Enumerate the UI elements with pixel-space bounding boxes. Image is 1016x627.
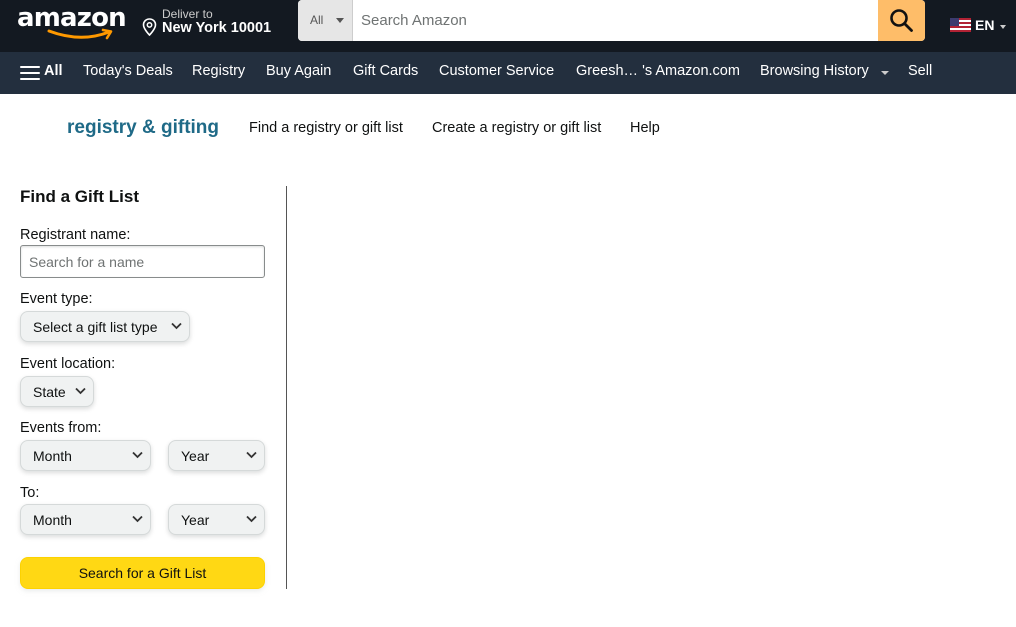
search-icon: [890, 9, 913, 32]
deliver-location-text: New York 10001: [162, 20, 272, 36]
event-location-dropdown[interactable]: State: [20, 376, 94, 407]
caret-down-icon: [336, 18, 344, 23]
form-title: Find a Gift List: [20, 187, 139, 206]
search-category-dropdown[interactable]: All: [298, 0, 353, 41]
find-registry-link[interactable]: Find a registry or gift list: [249, 120, 403, 136]
deliver-to-location[interactable]: Deliver to New York 10001: [142, 4, 292, 48]
deliver-to-label: Deliver to: [162, 7, 213, 21]
search-button[interactable]: [878, 0, 925, 41]
search-input[interactable]: [353, 0, 878, 41]
search-bar: All: [298, 0, 925, 41]
caret-down-icon: [881, 71, 889, 75]
nav-todays-deals[interactable]: Today's Deals: [83, 63, 173, 79]
nav-users-amazon[interactable]: Greesh… 's Amazon.com: [576, 63, 740, 79]
chevron-down-icon: [75, 387, 86, 395]
event-location-value: State: [33, 384, 66, 400]
chevron-down-icon: [246, 515, 257, 523]
caret-down-icon: [1000, 25, 1006, 29]
event-type-value: Select a gift list type: [33, 319, 158, 335]
nav-customer-service[interactable]: Customer Service: [439, 63, 554, 79]
to-year-value: Year: [181, 512, 210, 528]
to-year-dropdown[interactable]: Year: [168, 504, 265, 535]
to-month-dropdown[interactable]: Month: [20, 504, 151, 535]
nav-all-menu[interactable]: All: [44, 63, 63, 79]
event-location-label: Event location:: [20, 356, 116, 372]
smile-arrow-icon: [47, 28, 113, 40]
chevron-down-icon: [132, 451, 143, 459]
search-category-label: All: [310, 13, 324, 27]
registry-gifting-brand[interactable]: registry & gifting: [67, 117, 219, 139]
create-registry-link[interactable]: Create a registry or gift list: [432, 120, 601, 136]
registrant-name-label: Registrant name:: [20, 227, 131, 243]
from-year-value: Year: [181, 448, 210, 464]
chevron-down-icon: [132, 515, 143, 523]
events-from-label: Events from:: [20, 420, 102, 436]
hamburger-menu-icon[interactable]: [20, 66, 40, 80]
registrant-name-input[interactable]: [20, 245, 265, 278]
help-link[interactable]: Help: [630, 120, 660, 136]
to-label: To:: [20, 485, 40, 501]
secondary-navigation-bar: All Today's Deals Registry Buy Again Gif…: [0, 52, 1016, 94]
nav-buy-again[interactable]: Buy Again: [266, 63, 331, 79]
event-type-dropdown[interactable]: Select a gift list type: [20, 311, 190, 342]
chevron-down-icon: [171, 322, 182, 330]
nav-gift-cards[interactable]: Gift Cards: [353, 63, 418, 79]
nav-sell[interactable]: Sell: [908, 63, 932, 79]
nav-browsing-history[interactable]: Browsing History: [760, 63, 869, 79]
search-gift-list-button[interactable]: Search for a Gift List: [20, 557, 265, 589]
location-pin-icon: [142, 18, 157, 36]
to-month-value: Month: [33, 512, 72, 528]
amazon-logo[interactable]: amazon: [17, 0, 127, 52]
from-month-dropdown[interactable]: Month: [20, 440, 151, 471]
from-month-value: Month: [33, 448, 72, 464]
from-year-dropdown[interactable]: Year: [168, 440, 265, 471]
vertical-divider: [286, 186, 287, 589]
top-navigation-bar: amazon Deliver to New York 10001 All Sea…: [0, 0, 1016, 52]
us-flag-icon: [950, 18, 971, 32]
language-selector[interactable]: EN: [950, 16, 1010, 36]
chevron-down-icon: [246, 451, 257, 459]
nav-registry[interactable]: Registry: [192, 63, 245, 79]
language-label: EN: [975, 17, 995, 33]
event-type-label: Event type:: [20, 291, 93, 307]
